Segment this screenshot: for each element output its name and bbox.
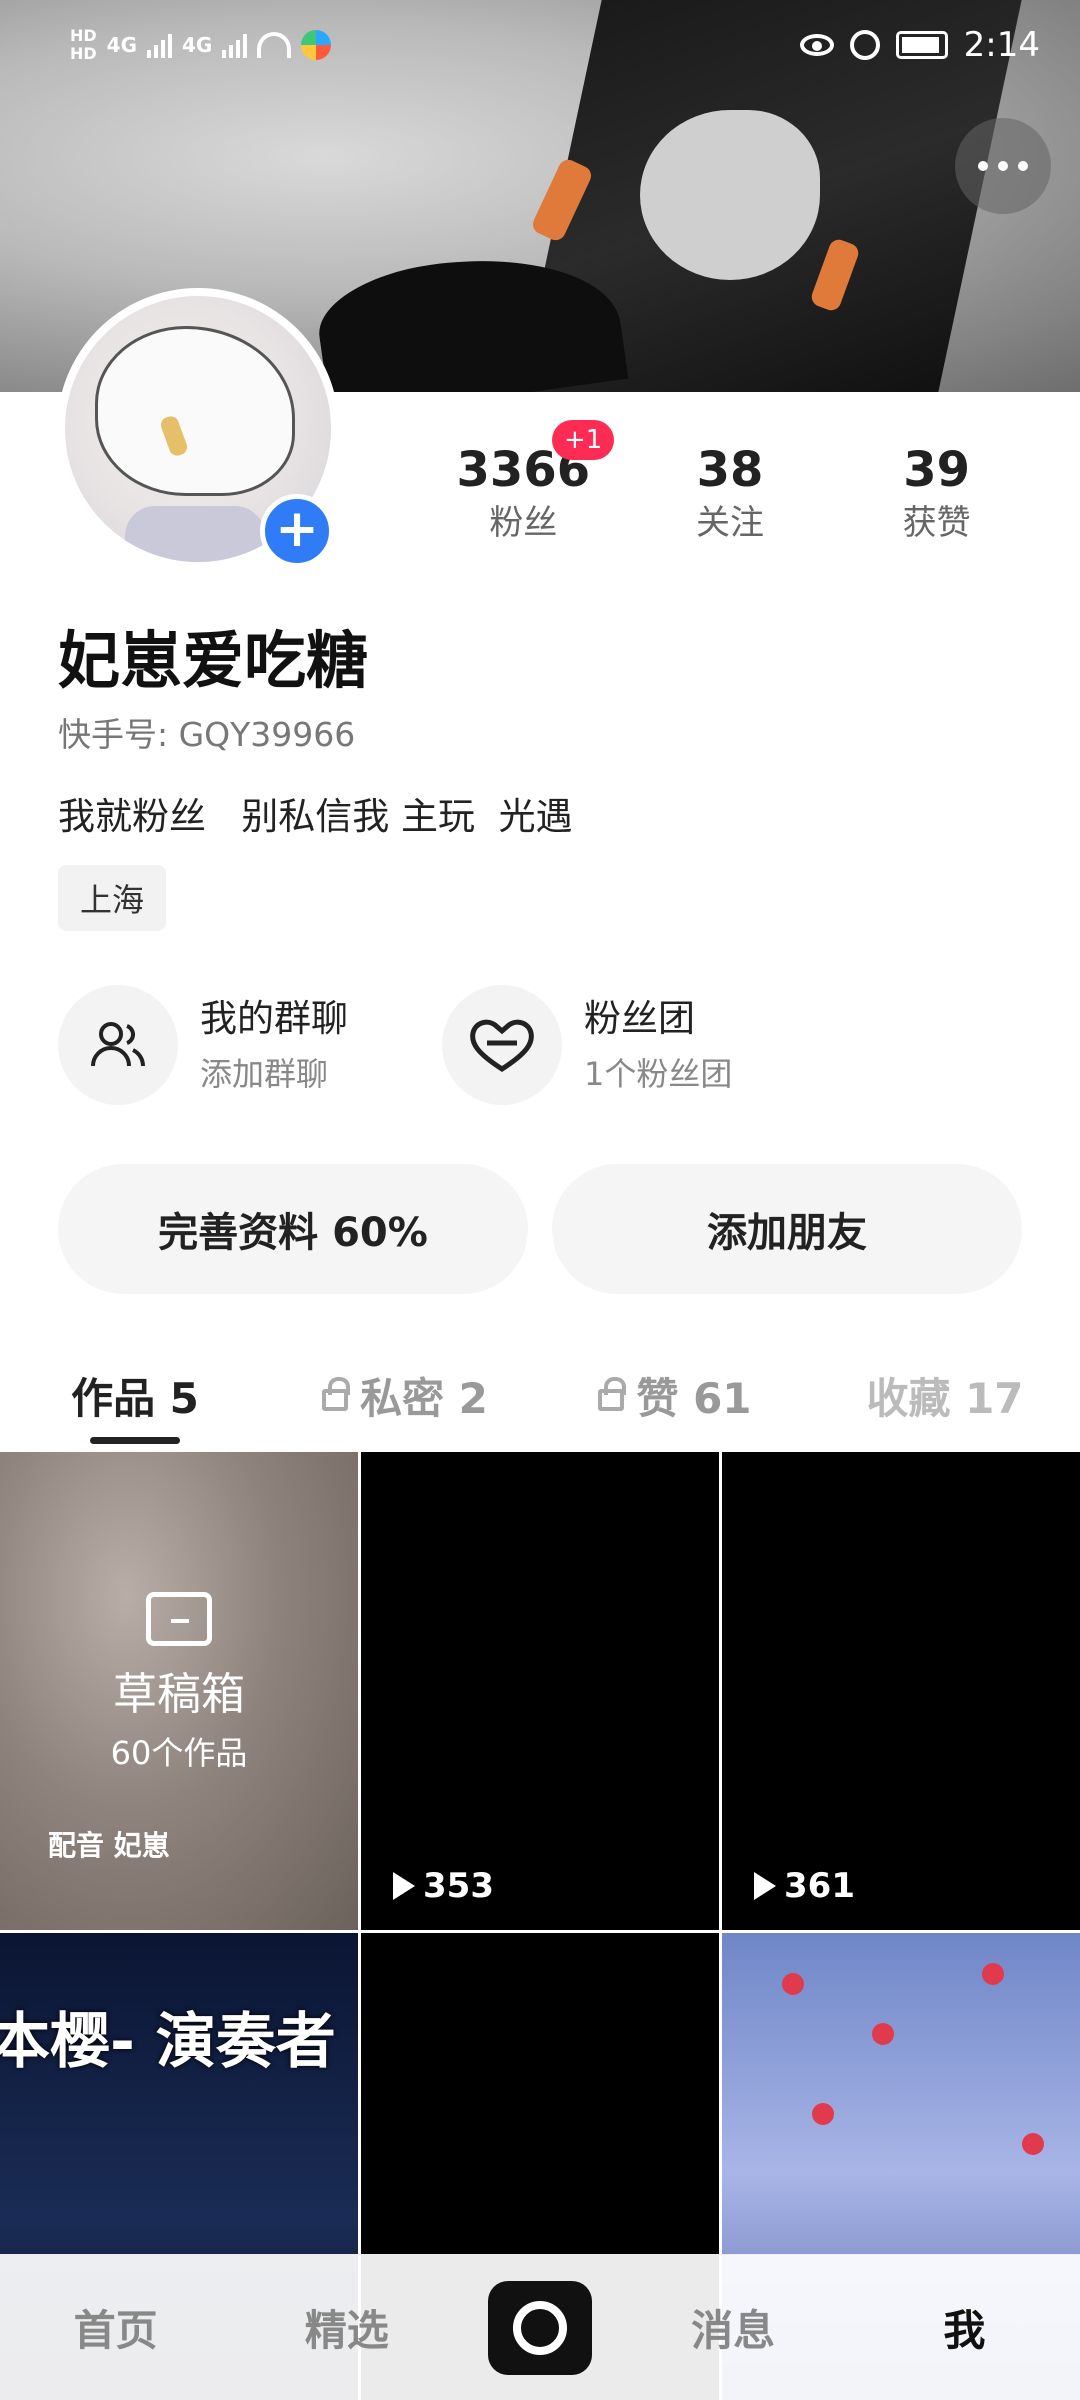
view-count-value: 361 <box>784 1866 855 1906</box>
nav-featured[interactable]: 精选 <box>257 2297 437 2358</box>
draft-count: 60个作品 <box>110 1734 248 1772</box>
status-time: 2:14 <box>963 25 1040 65</box>
network-type: 4G <box>182 33 213 57</box>
nav-messages[interactable]: 消息 <box>643 2297 823 2358</box>
tab-label: 收藏 17 <box>866 1373 1024 1423</box>
card-text: 粉丝团 1个粉丝团 <box>584 993 732 1097</box>
profile-bio: 我就粉丝 别私信我 主玩 光遇 <box>58 795 573 838</box>
petal-decoration <box>1022 2133 1044 2155</box>
lock-icon <box>322 1377 351 1411</box>
draft-caption: 配音 妃崽 <box>48 1829 170 1862</box>
hd-indicator: HD HD <box>70 26 97 63</box>
card-subtitle: 添加群聊 <box>200 1055 329 1093</box>
drafts-folder-tile[interactable]: 草稿箱 60个作品 配音 妃崽 <box>0 1452 358 1930</box>
complete-profile-button[interactable]: 完善资料 60% <box>58 1164 528 1294</box>
tab-label: 作品 5 <box>71 1373 199 1423</box>
tab-liked[interactable]: 赞 61 <box>540 1345 810 1445</box>
stat-likes[interactable]: 39 获赞 <box>833 440 1040 550</box>
tab-private[interactable]: 私密 2 <box>270 1345 540 1445</box>
fan-club-card[interactable]: 粉丝团 1个粉丝团 <box>442 982 826 1108</box>
profile-name: 妃崽爱吃糖 <box>58 624 369 697</box>
profile-stats: 3366 粉丝 +1 38 关注 39 获赞 <box>420 420 1040 550</box>
stat-following[interactable]: 38 关注 <box>627 440 834 550</box>
plus-icon: + <box>275 499 319 559</box>
nav-home[interactable]: 首页 <box>26 2297 206 2358</box>
petal-decoration <box>982 1963 1004 1985</box>
card-title: 粉丝团 <box>584 997 695 1040</box>
tab-label: 私密 2 <box>360 1373 488 1423</box>
tab-label: 赞 61 <box>636 1373 752 1423</box>
video-tile[interactable]: 353 <box>361 1452 719 1930</box>
stat-label: 获赞 <box>902 503 971 543</box>
tab-works[interactable]: 作品 5 <box>0 1345 270 1445</box>
card-subtitle: 1个粉丝团 <box>584 1055 733 1093</box>
petal-decoration <box>782 1973 804 1995</box>
petal-decoration <box>872 2023 894 2045</box>
eye-icon <box>799 34 834 56</box>
alarm-icon <box>849 30 880 60</box>
status-right: 2:14 <box>799 25 1040 65</box>
cover-art-shape <box>640 110 820 280</box>
status-left: HD HD 4G 4G <box>70 26 332 63</box>
signal-icon <box>222 32 248 58</box>
stat-label: 粉丝 <box>489 503 558 543</box>
works-grid: 草稿箱 60个作品 配音 妃崽 353 361 本樱- 演奏者 <box>0 1452 1080 2400</box>
signal-icon <box>147 32 173 58</box>
avatar-art <box>125 506 265 562</box>
kuaishou-id[interactable]: 快手号: GQY39966 <box>58 708 355 756</box>
card-title: 我的群聊 <box>200 997 348 1040</box>
view-count: 353 <box>393 1866 494 1906</box>
video-overlay-text: 本樱- 演奏者 <box>0 2007 336 2077</box>
play-icon <box>393 1872 415 1900</box>
camera-icon <box>512 2300 567 2355</box>
network-type: 4G <box>106 33 138 57</box>
app-notification-icon <box>301 30 332 60</box>
battery-icon <box>895 31 948 59</box>
dot-icon <box>978 161 988 171</box>
new-follower-badge: +1 <box>552 420 615 460</box>
dot-icon <box>1018 161 1028 171</box>
group-icon <box>58 985 178 1105</box>
more-options-button[interactable] <box>955 118 1051 214</box>
avatar-art <box>95 326 295 496</box>
group-chat-card[interactable]: 我的群聊 添加群聊 <box>58 982 442 1108</box>
draft-info: 草稿箱 60个作品 <box>0 1592 358 1774</box>
nav-me[interactable]: 我 <box>874 2297 1054 2358</box>
stat-number: 39 <box>903 442 971 498</box>
add-friend-button[interactable]: 添加朋友 <box>552 1164 1022 1294</box>
view-count: 361 <box>754 1866 855 1906</box>
stat-followers[interactable]: 3366 粉丝 +1 <box>420 420 627 550</box>
draft-title: 草稿箱 <box>113 1669 245 1720</box>
active-tab-indicator <box>90 1437 180 1444</box>
location-tag[interactable]: 上海 <box>58 865 167 931</box>
tab-favorites[interactable]: 收藏 17 <box>810 1345 1080 1445</box>
profile-cards: 我的群聊 添加群聊 粉丝团 1个粉丝团 <box>58 982 1038 1108</box>
card-text: 我的群聊 添加群聊 <box>200 993 348 1097</box>
add-avatar-button[interactable]: + <box>260 494 334 568</box>
petal-decoration <box>812 2103 834 2125</box>
shoot-button[interactable] <box>487 2280 592 2375</box>
stat-number: 38 <box>696 442 764 498</box>
folder-icon <box>146 1592 212 1646</box>
content-tabs: 作品 5 私密 2 赞 61 收藏 17 <box>0 1345 1080 1445</box>
view-count-value: 353 <box>423 1866 494 1906</box>
profile-action-buttons: 完善资料 60% 添加朋友 <box>58 1164 1022 1294</box>
heart-icon <box>442 985 562 1105</box>
video-tile[interactable]: 361 <box>722 1452 1080 1930</box>
bottom-navigation: 首页 精选 消息 我 <box>0 2254 1080 2400</box>
lock-icon <box>598 1377 627 1411</box>
stat-label: 关注 <box>696 503 764 543</box>
wifi-icon <box>257 32 292 58</box>
dot-icon <box>998 161 1008 171</box>
play-icon <box>754 1872 776 1900</box>
status-bar: HD HD 4G 4G 2:14 <box>0 0 1080 90</box>
